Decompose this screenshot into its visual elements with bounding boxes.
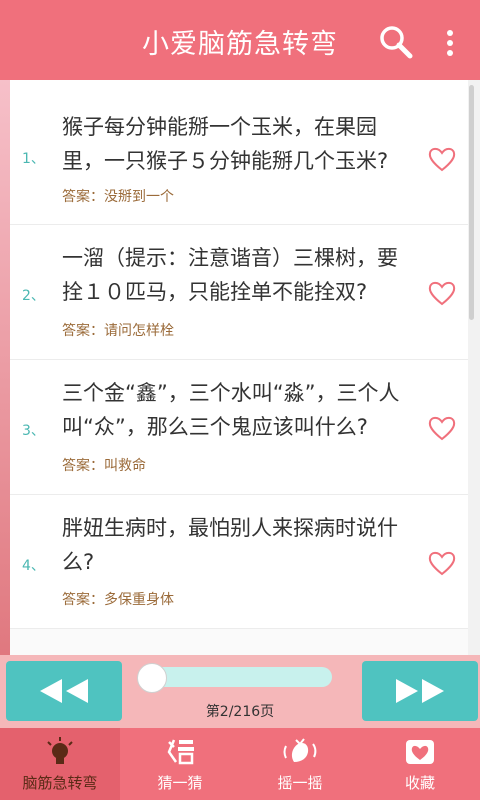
page-slider-thumb[interactable] bbox=[137, 663, 167, 693]
background-strip bbox=[0, 80, 10, 655]
bottom-tab-bar: 脑筋急转弯 猜一猜 摇一摇 收藏 bbox=[0, 728, 480, 800]
tab-label: 摇一摇 bbox=[277, 774, 323, 792]
question-card[interactable]: 3、 三个金“鑫”，三个水叫“淼”，三个人叫“众”，那么三个鬼应该叫什么? 答案… bbox=[10, 360, 468, 495]
more-vert-icon[interactable] bbox=[440, 28, 460, 58]
question-card[interactable]: 2、 一溜（提示：注意谐音）三棵树，要拴１０匹马，只能拴单不能拴双? 答案：请问… bbox=[10, 225, 468, 360]
answer-text: 答案：请问怎样栓 bbox=[62, 323, 174, 339]
question-card[interactable]: 4、 胖妞生病时，最怕别人来探病时说什么? 答案：多保重身体 bbox=[10, 495, 468, 629]
heart-outline-icon[interactable] bbox=[428, 550, 456, 576]
tab-guess[interactable]: 猜一猜 bbox=[120, 728, 240, 800]
heart-outline-icon[interactable] bbox=[428, 415, 456, 441]
heart-outline-icon[interactable] bbox=[428, 280, 456, 306]
next-page-button[interactable] bbox=[362, 661, 478, 721]
question-number: 2、 bbox=[22, 288, 45, 304]
question-list[interactable]: 1、 猴子每分钟能掰一个玉米，在果园里，一只猴子５分钟能掰几个玉米? 答案：没掰… bbox=[10, 80, 468, 655]
page-player: 第2/216页 bbox=[0, 655, 480, 728]
answer-text: 答案：多保重身体 bbox=[62, 592, 174, 608]
answer-text: 答案：叫救命 bbox=[62, 458, 146, 474]
question-number: 4、 bbox=[22, 558, 45, 574]
app-bar: 小爱脑筋急转弯 bbox=[0, 0, 480, 80]
shake-icon bbox=[283, 738, 317, 762]
list-scrollbar[interactable] bbox=[469, 85, 474, 320]
question-number: 3、 bbox=[22, 423, 45, 439]
tab-label: 脑筋急转弯 bbox=[22, 774, 98, 792]
guess-icon bbox=[167, 739, 194, 765]
question-text: 一溜（提示：注意谐音）三棵树，要拴１０匹马，只能拴单不能拴双? bbox=[62, 246, 398, 304]
answer-text: 答案：没掰到一个 bbox=[62, 189, 174, 205]
question-card[interactable]: 1、 猴子每分钟能掰一个玉米，在果园里，一只猴子５分钟能掰几个玉米? 答案：没掰… bbox=[10, 80, 468, 225]
tab-favorites[interactable]: 收藏 bbox=[360, 728, 480, 800]
tab-label: 收藏 bbox=[404, 774, 435, 792]
page-slider[interactable] bbox=[146, 667, 332, 687]
question-text: 胖妞生病时，最怕别人来探病时说什么? bbox=[62, 516, 398, 574]
favorites-box-icon bbox=[406, 740, 434, 764]
question-text: 三个金“鑫”，三个水叫“淼”，三个人叫“众”，那么三个鬼应该叫什么? bbox=[62, 381, 400, 439]
question-text: 猴子每分钟能掰一个玉米，在果园里，一只猴子５分钟能掰几个玉米? bbox=[62, 115, 389, 173]
tab-brain-teasers[interactable]: 脑筋急转弯 bbox=[0, 728, 120, 800]
tab-label: 猜一猜 bbox=[157, 774, 203, 792]
search-icon[interactable] bbox=[378, 24, 414, 60]
lightbulb-icon bbox=[47, 737, 73, 764]
question-number: 1、 bbox=[22, 151, 45, 167]
fast-forward-icon bbox=[396, 679, 444, 703]
tab-shake[interactable]: 摇一摇 bbox=[240, 728, 360, 800]
heart-outline-icon[interactable] bbox=[428, 146, 456, 172]
